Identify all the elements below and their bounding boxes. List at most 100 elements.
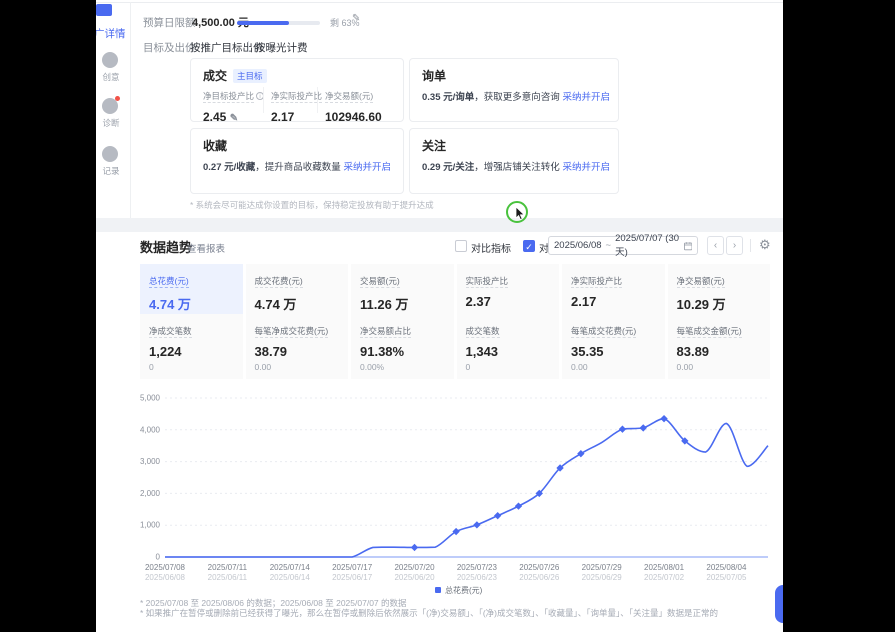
metric-label: 每笔成交花费(元) [571,326,636,338]
adopt-enable-link[interactable]: 采纳并开启 [562,92,610,103]
adopt-enable-link[interactable]: 采纳并开启 [343,162,391,173]
prev-period-button[interactable]: ‹ [707,236,724,255]
budget-label: 预算日限额: [143,15,198,30]
price-per-action: 0.27 元/收藏 [203,162,255,173]
metric-value: 91.38% [360,344,445,359]
goal-card-follow[interactable]: 关注 0.29 元/关注，增强店铺关注转化 采纳并开启 [409,128,619,194]
svg-text:2025/07/05: 2025/07/05 [706,573,747,582]
svg-text:2025/08/01: 2025/08/01 [644,563,685,572]
sidebar-item-creative-label[interactable]: 创意 [95,71,127,83]
settings-gear-icon[interactable]: ⚙ [759,237,771,253]
metric-card-row2-2[interactable]: 净交易额占比91.38%0.00% [351,314,454,379]
goal-card-inquiry[interactable]: 询单 0.35 元/询单，获取更多意向咨询 采纳并开启 [409,58,619,122]
bidding-option-goal[interactable]: 按推广目标出价 [190,40,264,55]
notification-dot [115,96,120,101]
stat-label: 净目标投产比 [203,91,254,103]
svg-text:总花费(元): 总花费(元) [445,585,483,595]
stat-divider [317,87,318,113]
svg-text:2025/07/14: 2025/07/14 [270,563,311,572]
svg-text:4,000: 4,000 [140,425,161,434]
metric-label: 每笔净成交花费(元) [255,326,329,338]
sidebar-item-records-icon[interactable] [102,146,118,162]
metric-label: 成交花费(元) [255,276,303,288]
footnote-2: * 如果推广在暂停或删除前已经获得了曝光，那么在暂停或删除后依然展示「(净)交易… [140,607,718,619]
goal-desc: ，增强店铺关注转化 [474,162,560,173]
sidebar-divider [130,2,131,218]
goal-desc: ，提升商品收藏数量 [255,162,341,173]
page-top-border [96,2,783,3]
metric-compare-value: 0 [466,362,551,372]
sidebar-top-button[interactable] [96,4,112,16]
stat-label: 净实际投产比 [271,91,322,103]
compare-metric-label[interactable]: 对比指标 [471,240,511,255]
stat-value: 2.45 [203,110,226,124]
sidebar-item-promo-detail[interactable]: 广详情 [94,26,126,41]
svg-text:2025/08/04: 2025/08/04 [706,563,747,572]
metric-value: 1,343 [466,344,551,359]
svg-text:2025/06/23: 2025/06/23 [457,573,498,582]
next-period-button[interactable]: › [726,236,743,255]
metric-value: 2.17 [571,294,656,309]
metric-value: 10.29 万 [677,294,762,313]
panel-separator [96,218,783,232]
adopt-enable-link[interactable]: 采纳并开启 [562,162,610,173]
metric-value: 38.79 [255,344,340,359]
bidding-option-exposure[interactable]: 按曝光计费 [255,40,308,55]
sidebar-item-creative-icon[interactable] [102,52,118,68]
metric-label: 每笔成交金额(元) [677,326,742,338]
metric-label: 净成交笔数 [149,326,192,338]
trend-line-chart[interactable]: 01,0002,0003,0004,0005,0002025/07/082025… [140,383,770,597]
metric-card-row2-1[interactable]: 每笔净成交花费(元) 38.79 0.00 [246,314,349,379]
svg-text:2025/06/20: 2025/06/20 [394,573,435,582]
svg-text:1,000: 1,000 [140,521,161,530]
bidding-option-divider [248,41,249,52]
edit-roi-icon[interactable]: ✎ [230,113,238,124]
metric-compare-value: 0.00 [255,362,340,372]
metric-label: 净实际投产比 [571,276,622,288]
trend-title: 数据趋势 [140,237,192,256]
svg-text:2025/07/26: 2025/07/26 [519,563,560,572]
metric-card-row2-5[interactable]: 每笔成交金额(元)83.890.00 [668,314,771,379]
budget-progress-track [237,21,320,25]
stat-net-gmv: 净交易额(元) 102946.60 [325,86,382,124]
price-per-action: 0.29 元/关注 [422,162,474,173]
goal-card-title: 收藏 [203,137,227,154]
svg-text:2025/07/29: 2025/07/29 [582,563,623,572]
metric-card-row2-4[interactable]: 每笔成交花费(元)35.350.00 [562,314,665,379]
svg-text:2025/07/23: 2025/07/23 [457,563,498,572]
sidebar-item-records-label[interactable]: 记录 [95,165,127,177]
metric-value: 11.26 万 [360,294,445,313]
sidebar-item-diagnosis-label[interactable]: 诊断 [95,117,127,129]
metric-label: 实际投产比 [466,276,509,288]
svg-text:2025/07/20: 2025/07/20 [394,563,435,572]
svg-text:2025/06/08: 2025/06/08 [145,573,186,582]
metric-card-row2-3[interactable]: 成交笔数1,3430 [457,314,560,379]
edit-budget-icon[interactable]: ✎ [352,13,360,24]
date-start[interactable]: 2025/06/08 [554,240,602,251]
metric-card-row2-0[interactable]: 净成交笔数1,2240 [140,314,243,379]
compare-metric-checkbox[interactable] [455,240,467,252]
left-letterbox [0,0,96,632]
goal-card-deal[interactable]: 成交 主目标 净目标投产比i 2.45 ✎ 净实际投产比 2.17 净交易额(元… [190,58,404,122]
svg-text:3,000: 3,000 [140,457,161,466]
svg-text:2025/06/29: 2025/06/29 [582,573,623,582]
view-report-link[interactable]: 查看报表 [187,241,225,255]
goal-card-title: 询单 [422,67,446,84]
stat-value: 102946.60 [325,110,382,124]
svg-text:2025/06/17: 2025/06/17 [332,573,373,582]
metric-label: 交易额(元) [360,276,400,288]
svg-text:2025/06/26: 2025/06/26 [519,573,560,582]
date-range-picker[interactable]: 2025/06/08 ~ 2025/07/07 (30天) [548,236,698,255]
svg-text:2025/07/02: 2025/07/02 [644,573,685,582]
metric-label: 净交易额占比 [360,326,411,338]
goal-desc: ，获取更多意向咨询 [474,92,560,103]
compare-time-checkbox[interactable]: ✓ [523,240,535,252]
stat-net-target-roi: 净目标投产比i 2.45 ✎ [203,86,264,124]
stat-divider [263,87,264,113]
svg-text:2025/07/08: 2025/07/08 [145,563,186,572]
goal-card-favorite[interactable]: 收藏 0.27 元/收藏，提升商品收藏数量 采纳并开启 [190,128,404,194]
metric-value: 1,224 [149,344,234,359]
date-end[interactable]: 2025/07/07 (30天) [615,233,679,258]
metric-cards-row-2: 净成交笔数 1,224 0 每笔净成交花费(元) 38.79 0.00 净交易额占比 91.3… [140,314,770,379]
metric-label: 净交易额(元) [677,276,725,288]
